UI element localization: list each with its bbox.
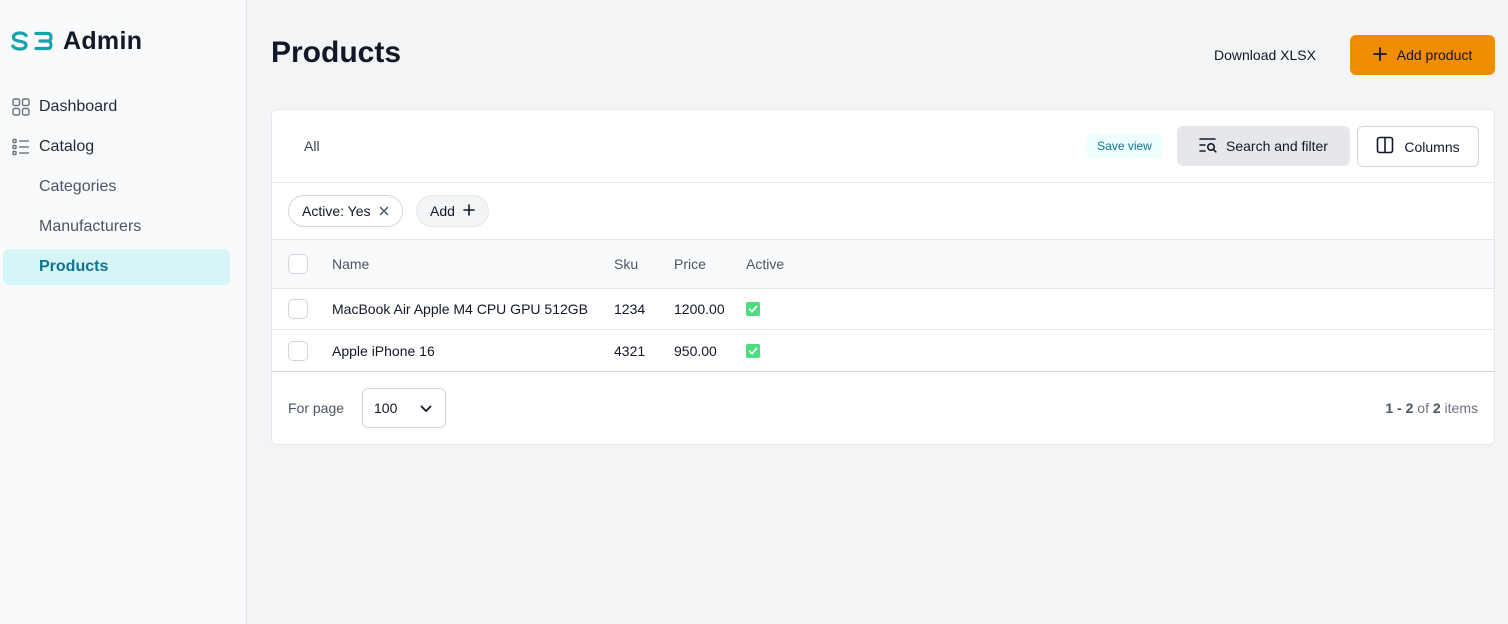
filter-chip-label: Active: Yes xyxy=(302,203,371,219)
product-sku: 1234 xyxy=(614,301,646,317)
check-icon xyxy=(746,343,760,358)
columns-label: Columns xyxy=(1404,138,1460,155)
products-card: All Save view Search and filter Columns … xyxy=(271,109,1495,445)
add-filter-button[interactable]: Add xyxy=(416,195,489,227)
column-header-name[interactable]: Name xyxy=(332,256,369,272)
column-header-sku[interactable]: Sku xyxy=(614,256,638,272)
list-icon xyxy=(11,137,31,157)
select-all-checkbox[interactable] xyxy=(288,254,308,274)
pagination-items: items xyxy=(1444,400,1478,416)
sidebar-item-dashboard[interactable]: Dashboard xyxy=(3,89,230,125)
add-product-button[interactable]: Add product xyxy=(1350,35,1495,75)
chevron-down-icon xyxy=(420,400,432,416)
add-product-label: Add product xyxy=(1396,47,1473,63)
logo-mark xyxy=(11,31,53,51)
sidebar-item-label: Manufacturers xyxy=(39,218,142,235)
columns-button[interactable]: Columns xyxy=(1357,126,1479,167)
row-checkbox[interactable] xyxy=(288,340,308,361)
product-name[interactable]: Apple iPhone 16 xyxy=(332,343,435,359)
products-table: Name Sku Price Active MacBook Air Apple … xyxy=(272,240,1494,372)
sidebar-item-categories[interactable]: Categories xyxy=(3,169,230,205)
card-toolbar: All Save view Search and filter Columns xyxy=(272,110,1494,183)
for-page-label: For page xyxy=(288,400,345,416)
pagination-of: of xyxy=(1417,400,1429,416)
filter-chip-active[interactable]: Active: Yes xyxy=(288,195,403,227)
table-footer: For page 100 1 - 2 of 2 items xyxy=(272,372,1494,444)
sidebar-item-label: Catalog xyxy=(39,138,95,155)
pagination-total: 2 xyxy=(1432,400,1441,416)
pagination-range: 1 - 2 xyxy=(1385,400,1414,416)
sidebar-item-products[interactable]: Products xyxy=(3,249,230,285)
table-row[interactable]: MacBook Air Apple M4 CPU GPU 512GB 1234 … xyxy=(272,289,1494,330)
add-filter-label: Add xyxy=(430,203,455,219)
product-price: 950.00 xyxy=(674,342,717,359)
pagination-info: 1 - 2 of 2 items xyxy=(1385,400,1478,416)
check-icon xyxy=(746,302,760,316)
table-row[interactable]: Apple iPhone 16 4321 950.00 xyxy=(272,330,1494,372)
download-xlsx-button[interactable]: Download XLSX xyxy=(1198,36,1332,74)
column-header-active[interactable]: Active xyxy=(746,256,784,272)
columns-icon xyxy=(1376,136,1394,157)
plus-icon xyxy=(1372,46,1387,64)
sidebar-nav: Dashboard Catalog Categories Manufacture… xyxy=(3,89,230,289)
row-checkbox[interactable] xyxy=(288,299,308,319)
app-logo[interactable]: Admin xyxy=(11,26,142,56)
plus-icon xyxy=(463,203,475,219)
search-and-filter-label: Search and filter xyxy=(1226,138,1328,154)
per-page-value: 100 xyxy=(374,400,398,416)
sidebar-item-catalog[interactable]: Catalog xyxy=(3,129,230,165)
product-sku: 4321 xyxy=(614,342,646,359)
sidebar-item-label: Dashboard xyxy=(39,98,118,115)
per-page-select[interactable]: 100 xyxy=(362,388,446,428)
close-icon[interactable] xyxy=(379,203,389,219)
table-header: Name Sku Price Active xyxy=(272,240,1494,289)
app-title: Admin xyxy=(63,26,143,55)
product-price: 1200.00 xyxy=(674,301,725,317)
search-and-filter-button[interactable]: Search and filter xyxy=(1177,126,1350,166)
filter-search-icon xyxy=(1199,137,1217,156)
sidebar-item-label: Categories xyxy=(39,178,117,195)
sidebar-item-label: Products xyxy=(39,258,109,275)
filter-bar: Active: Yes Add xyxy=(272,183,1494,240)
page-title: Products xyxy=(271,36,402,69)
tab-all[interactable]: All xyxy=(304,138,320,154)
column-header-price[interactable]: Price xyxy=(674,256,706,272)
grid-icon xyxy=(11,97,31,117)
save-view-button[interactable]: Save view xyxy=(1087,134,1162,158)
product-name[interactable]: MacBook Air Apple M4 CPU GPU 512GB xyxy=(332,301,588,317)
sidebar: Admin Dashboard Catalog Categories Manuf… xyxy=(0,0,247,624)
sidebar-item-manufacturers[interactable]: Manufacturers xyxy=(3,209,230,245)
